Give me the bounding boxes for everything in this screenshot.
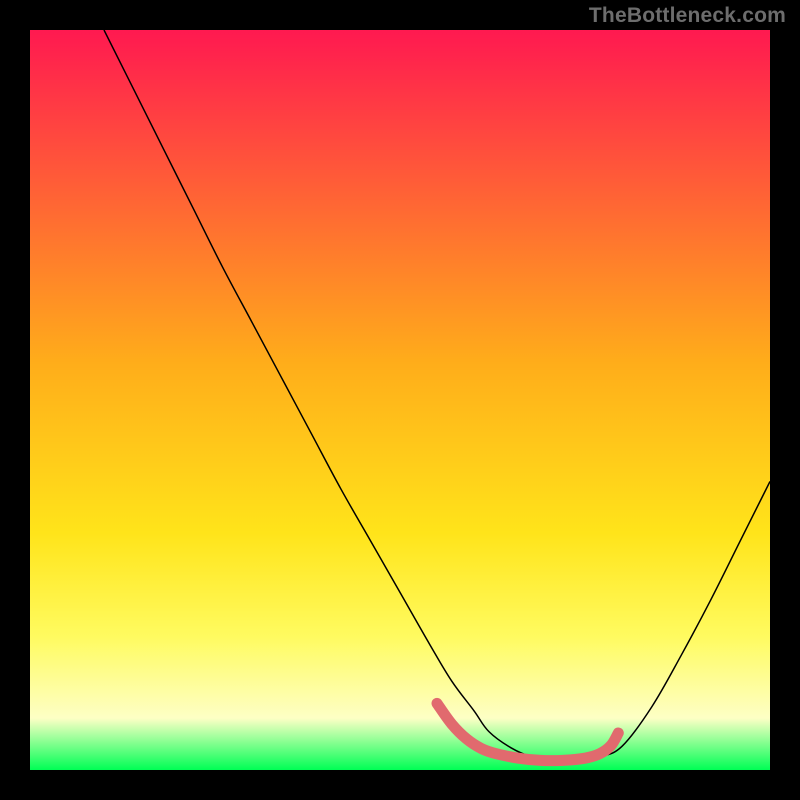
chart-container: TheBottleneck.com <box>0 0 800 800</box>
background-gradient <box>30 30 770 770</box>
chart-svg <box>30 30 770 770</box>
plot-area <box>30 30 770 770</box>
watermark-label: TheBottleneck.com <box>589 4 786 28</box>
